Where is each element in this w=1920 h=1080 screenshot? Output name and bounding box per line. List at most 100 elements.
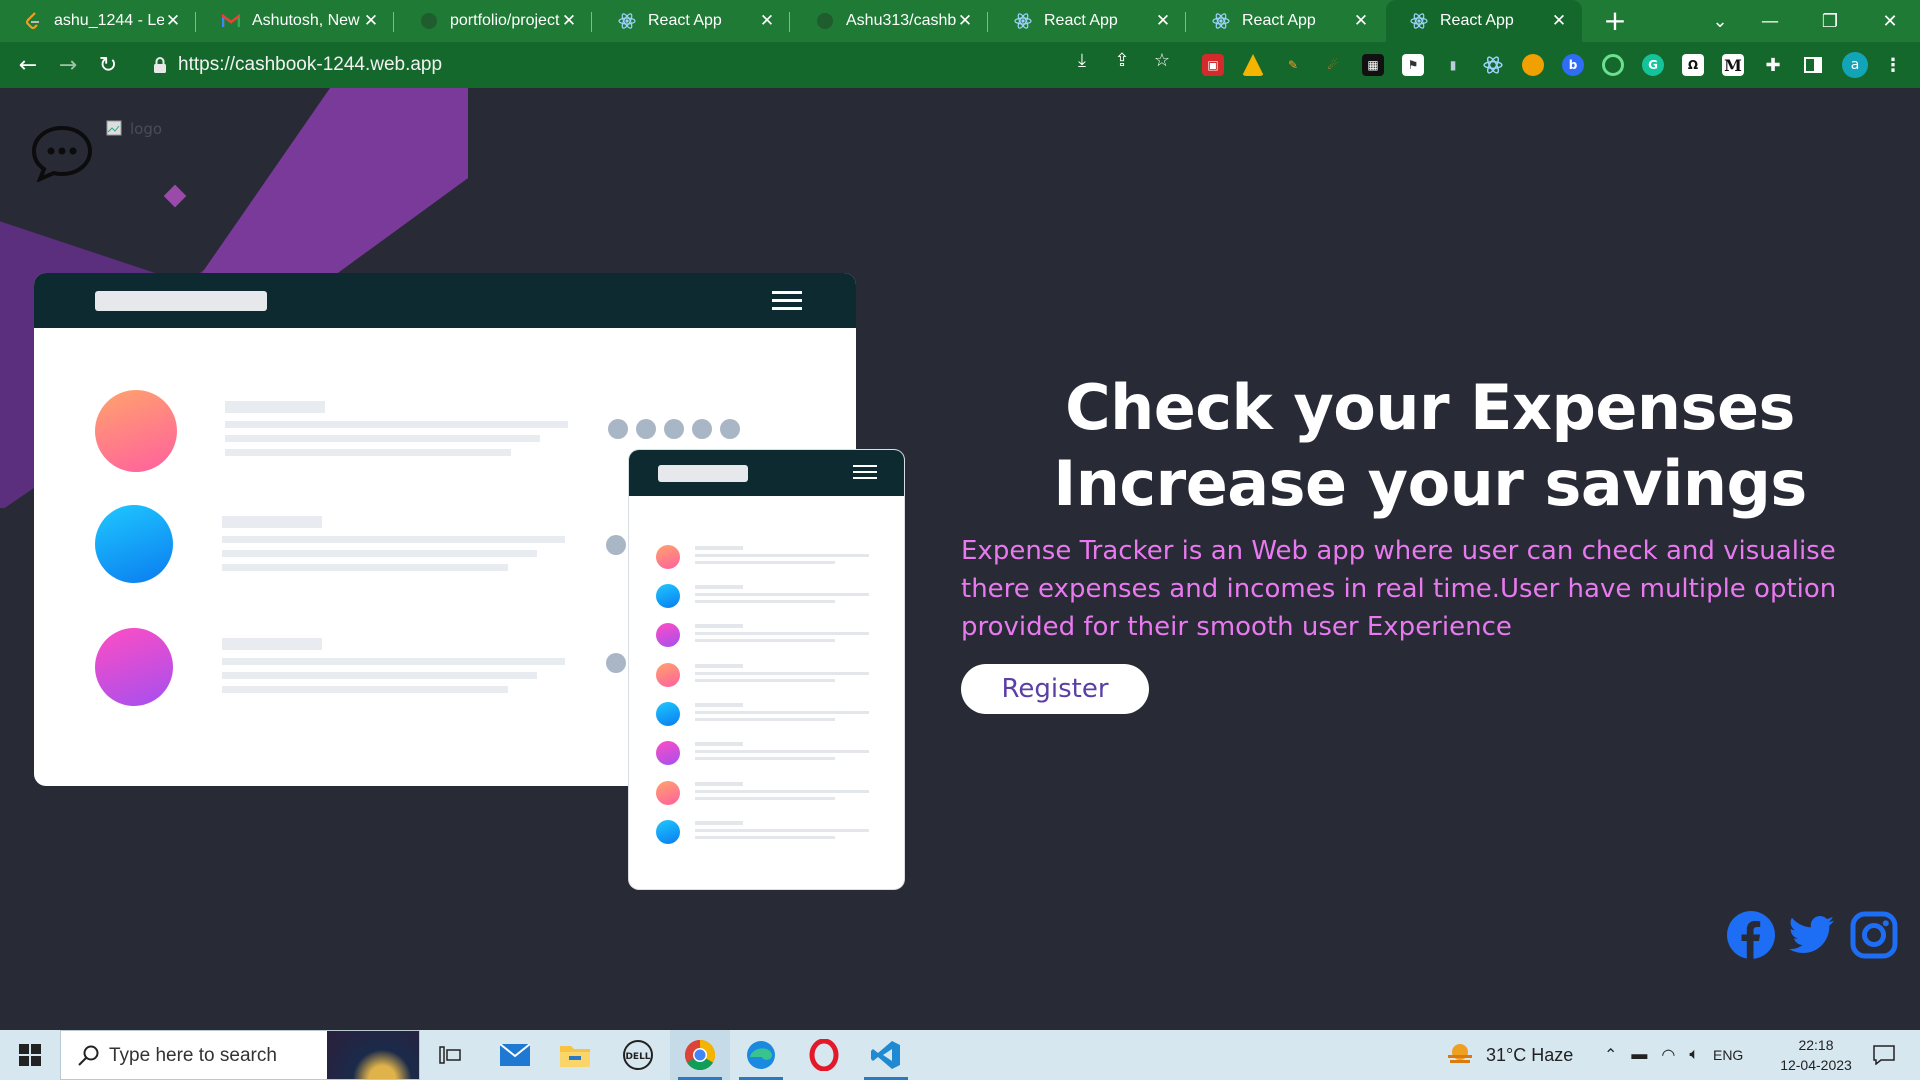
tab-react-app-1[interactable]: React App ✕	[594, 0, 790, 42]
close-tab-icon[interactable]: ✕	[1154, 11, 1172, 31]
vscode-taskbar-icon[interactable]	[856, 1030, 916, 1080]
restore-icon[interactable]: ❐	[1800, 0, 1860, 42]
language-indicator[interactable]: ENG	[1713, 1047, 1743, 1063]
tab-search-icon[interactable]: ⌄	[1700, 0, 1740, 42]
leetcode-icon	[24, 12, 42, 30]
extension-b-icon[interactable]: b	[1562, 54, 1584, 76]
profile-avatar[interactable]: a	[1842, 52, 1868, 78]
extension-film-icon[interactable]: ▦	[1362, 54, 1384, 76]
tab-title: ashu_1244 - LeetCode	[54, 12, 164, 29]
tab-title: Ashutosh, New Inbox	[252, 12, 362, 29]
mockup-hamburger-icon	[772, 291, 802, 310]
reload-icon[interactable]: ↻	[94, 51, 122, 79]
close-tab-icon[interactable]: ✕	[560, 11, 578, 31]
logo-alt-text: logo	[130, 120, 163, 138]
twitter-icon[interactable]	[1786, 910, 1836, 960]
react-icon	[1014, 12, 1032, 30]
tab-leetcode[interactable]: ashu_1244 - LeetCode ✕	[0, 0, 196, 42]
search-highlight-image	[327, 1031, 419, 1079]
show-hidden-icons-icon[interactable]: ⌃	[1604, 1045, 1617, 1065]
tab-title: portfolio/projects	[450, 12, 560, 29]
tab-react-app-3[interactable]: React App ✕	[1188, 0, 1384, 42]
extension-swirl-icon[interactable]: ☄	[1322, 54, 1344, 76]
menu-kebab-icon[interactable]: ⋮	[1882, 54, 1904, 76]
lock-icon	[154, 57, 166, 73]
extension-target-icon[interactable]	[1602, 54, 1624, 76]
extension-tools-icon[interactable]: ✎	[1282, 54, 1304, 76]
system-tray: ⌃ ▬ ◠ 🔈︎ ENG	[1604, 1030, 1743, 1080]
tab-react-app-active[interactable]: React App ✕	[1386, 0, 1582, 42]
extension-drive-icon[interactable]	[1242, 54, 1264, 76]
weather-text: 31°C Haze	[1486, 1044, 1574, 1065]
tab-gmail[interactable]: Ashutosh, New Inbox ✕	[198, 0, 394, 42]
tab-title: Ashu313/cashbook	[846, 12, 956, 29]
address-bar[interactable]: https://cashbook-1244.web.app	[140, 47, 1175, 83]
react-icon	[618, 12, 636, 30]
close-tab-icon[interactable]: ✕	[1352, 11, 1370, 31]
haze-icon	[1448, 1044, 1472, 1063]
tab-react-app-2[interactable]: React App ✕	[990, 0, 1186, 42]
close-tab-icon[interactable]: ✕	[362, 11, 380, 31]
tab-github-portfolio[interactable]: portfolio/projects ✕	[396, 0, 592, 42]
url-text: https://cashbook-1244.web.app	[178, 54, 443, 75]
extension-orange-icon[interactable]	[1522, 54, 1544, 76]
install-app-icon[interactable]: ⤓	[1071, 50, 1093, 72]
instagram-icon[interactable]	[1849, 910, 1899, 960]
browser-toolbar: ← → ↻ https://cashbook-1244.web.app ⤓ ⇪ …	[0, 42, 1920, 88]
extension-react-devtools-icon[interactable]	[1482, 54, 1504, 76]
close-window-icon[interactable]: ✕	[1860, 0, 1920, 42]
mobile-illustration	[629, 450, 904, 889]
extension-omega-icon[interactable]: Ω	[1682, 54, 1704, 76]
forward-icon[interactable]: →	[54, 51, 82, 79]
medium-icon[interactable]: M	[1722, 54, 1744, 76]
mail-app-icon[interactable]	[485, 1030, 545, 1080]
weather-widget[interactable]: 31°C Haze	[1446, 1030, 1573, 1080]
register-button[interactable]: Register	[961, 664, 1149, 714]
clock-time: 22:18	[1798, 1037, 1834, 1053]
opera-taskbar-icon[interactable]	[794, 1030, 854, 1080]
task-view-icon[interactable]	[420, 1030, 480, 1080]
edge-taskbar-icon[interactable]	[731, 1030, 791, 1080]
close-tab-icon[interactable]: ✕	[956, 11, 974, 31]
clock[interactable]: 22:18 12-04-2023	[1768, 1030, 1864, 1080]
side-panel-icon[interactable]	[1802, 54, 1824, 76]
chrome-taskbar-icon[interactable]	[670, 1030, 730, 1080]
dell-app-icon[interactable]: DELL	[608, 1030, 668, 1080]
chat-logo-icon[interactable]	[30, 124, 94, 182]
tab-github-cashbook[interactable]: Ashu313/cashbook ✕	[792, 0, 988, 42]
close-tab-icon[interactable]: ✕	[164, 11, 182, 31]
tab-strip: ashu_1244 - LeetCode ✕ Ashutosh, New Inb…	[0, 0, 1920, 42]
facebook-icon[interactable]	[1726, 910, 1776, 960]
mockup-header	[34, 273, 856, 328]
taskbar-search-box[interactable]: Type here to search	[60, 1030, 420, 1080]
headline-line-2: Increase your savings	[1053, 447, 1807, 520]
back-icon[interactable]: ←	[14, 51, 42, 79]
new-tab-button[interactable]: +	[1600, 6, 1630, 36]
share-icon[interactable]: ⇪	[1111, 50, 1133, 72]
volume-icon[interactable]: 🔈︎	[1689, 1046, 1699, 1064]
bookmark-star-icon[interactable]: ☆	[1151, 50, 1173, 72]
extensions-puzzle-icon[interactable]: ✚	[1762, 54, 1784, 76]
minimize-icon[interactable]: —	[1740, 0, 1800, 42]
close-tab-icon[interactable]: ✕	[1550, 11, 1568, 31]
wifi-icon[interactable]: ◠	[1661, 1045, 1675, 1065]
windows-start-icon[interactable]	[0, 1030, 60, 1080]
battery-icon[interactable]: ▬	[1631, 1046, 1647, 1064]
extension-pdf-icon[interactable]: ▣	[1202, 54, 1224, 76]
window-controls: ⌄ — ❐ ✕	[1700, 0, 1920, 42]
hero-description: Expense Tracker is an Web app where user…	[961, 536, 1837, 642]
notifications-icon[interactable]	[1866, 1030, 1902, 1080]
extension-flag-icon[interactable]: ⚑	[1402, 54, 1424, 76]
close-tab-icon[interactable]: ✕	[758, 11, 776, 31]
file-explorer-icon[interactable]	[545, 1030, 605, 1080]
extension-stats-icon[interactable]: ▮	[1442, 54, 1464, 76]
react-icon	[1212, 12, 1230, 30]
grammarly-icon[interactable]: G	[1642, 54, 1664, 76]
github-icon	[420, 12, 438, 30]
windows-taskbar: Type here to search DELL 31°C Haze ⌃ ▬ ◠…	[0, 1030, 1920, 1080]
tab-title: React App	[648, 12, 722, 29]
svg-text:DELL: DELL	[625, 1052, 650, 1062]
cashbook-landing-page: logo Check your Expenses Increase your s…	[0, 88, 1920, 1030]
tab-title: React App	[1242, 12, 1316, 29]
hero-headline: Check your Expenses Increase your saving…	[1020, 370, 1840, 522]
